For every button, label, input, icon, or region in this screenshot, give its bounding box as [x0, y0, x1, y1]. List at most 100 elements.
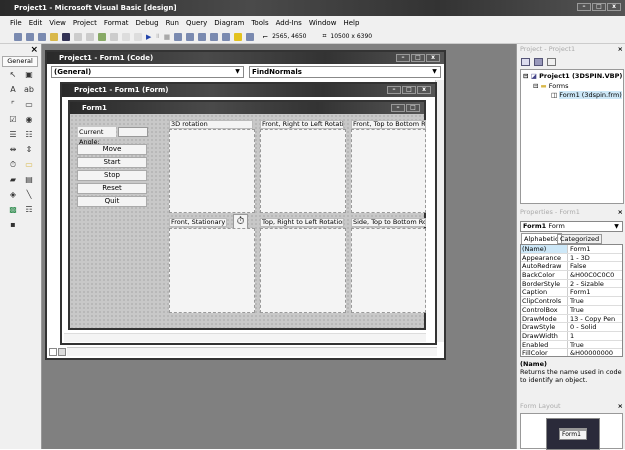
procedure-view-button[interactable] [49, 348, 57, 356]
menu-tools[interactable]: Tools [251, 19, 268, 27]
property-row[interactable]: Appearance 1 - 3D [521, 253, 622, 263]
object-browser-icon[interactable] [210, 32, 219, 41]
project-close-button[interactable]: × [618, 44, 623, 55]
menu-addins[interactable]: Add-Ins [276, 19, 302, 27]
menu-project[interactable]: Project [73, 19, 97, 27]
data-view-icon[interactable] [234, 32, 243, 41]
stop-button[interactable]: Stop [77, 170, 147, 181]
vscrollbar-icon[interactable]: ⇕ [24, 145, 34, 155]
timer-icon[interactable]: ⏱ [233, 214, 248, 229]
property-row[interactable]: DrawStyle 0 - Solid [521, 323, 622, 332]
quit-button[interactable]: Quit [77, 196, 147, 207]
menu-help[interactable]: Help [343, 19, 359, 27]
property-row[interactable]: AutoRedraw False [521, 262, 622, 272]
property-value[interactable]: 1 - 3D [568, 254, 590, 262]
listbox-icon[interactable]: ☷ [24, 130, 34, 140]
start-button[interactable]: Start [77, 157, 147, 168]
ole-icon[interactable]: ▪ [8, 220, 18, 230]
redo-icon[interactable] [134, 32, 142, 41]
form-layout-close-button[interactable]: × [618, 401, 623, 412]
property-row[interactable]: FillColor &H00000000 [521, 349, 622, 356]
property-row[interactable]: BorderStyle 2 - Sizable [521, 279, 622, 289]
property-row[interactable]: ClipControls True [521, 297, 622, 306]
property-value[interactable]: &H00C0C0C0 [568, 271, 614, 279]
picture-label-3d-rotation[interactable]: 3D rotation [169, 120, 253, 129]
checkbox-icon[interactable]: ☑ [8, 115, 18, 125]
toolbox-close-button[interactable]: × [30, 45, 38, 55]
property-row[interactable]: Enabled True [521, 340, 622, 350]
data-icon[interactable]: ☶ [24, 205, 34, 215]
property-value[interactable]: False [568, 262, 586, 271]
toolbox-tab-general[interactable]: General [2, 56, 38, 67]
picture-label-side-tb[interactable]: Side, Top to Bottom Rotation [351, 218, 426, 227]
code-min-button[interactable]: – [396, 54, 410, 62]
combobox-icon[interactable]: ☰ [8, 130, 18, 140]
property-value[interactable]: Form1 [568, 245, 591, 253]
property-value[interactable]: 1 [568, 332, 574, 340]
property-value[interactable]: True [568, 306, 584, 314]
find-icon[interactable] [110, 32, 118, 41]
timer-icon[interactable]: ⏱ [8, 160, 18, 170]
menu-format[interactable]: Format [104, 19, 129, 27]
paste-icon[interactable] [98, 32, 106, 41]
property-row[interactable]: BackColor &H00C0C0C0 [521, 271, 622, 280]
save-icon[interactable] [62, 32, 70, 41]
code-max-button[interactable]: □ [411, 54, 425, 62]
menu-editor-icon[interactable] [38, 32, 46, 41]
designer-max-button[interactable]: □ [402, 86, 416, 94]
label-icon[interactable]: A [8, 85, 18, 95]
property-value[interactable]: 2 - Sizable [568, 280, 604, 288]
tree-form1-item[interactable]: ◫ Form1 (3dspin.frm) [551, 91, 622, 99]
textbox-icon[interactable]: ab [24, 85, 34, 95]
drivelistbox-icon[interactable]: ▭ [24, 160, 34, 170]
designer-close-button[interactable]: x [417, 86, 431, 94]
layout-form1[interactable]: Form1 [559, 428, 587, 440]
dirlistbox-icon[interactable]: ▰ [8, 175, 18, 185]
stop-icon[interactable]: ■ [164, 33, 171, 41]
picturebox-top-rl[interactable] [260, 228, 346, 313]
picturebox-front-rl[interactable] [260, 129, 346, 213]
menu-run[interactable]: Run [166, 19, 179, 27]
tab-alphabetic[interactable]: Alphabetic [521, 233, 562, 244]
property-row[interactable]: Caption Form1 [521, 288, 622, 298]
current-angle-textbox[interactable] [118, 127, 148, 137]
property-value[interactable]: &H00000000 [568, 349, 613, 356]
collapse-icon[interactable]: ⊟ [523, 72, 528, 80]
move-button[interactable]: Move [77, 144, 147, 155]
picturebox-front-stationary[interactable] [169, 228, 255, 313]
collapse-icon[interactable]: ⊟ [533, 82, 538, 90]
picture-label-top-rl[interactable]: Top, Right to Left Rotation [260, 218, 344, 227]
property-row[interactable]: DrawMode 13 - Copy Pen [521, 314, 622, 324]
open-icon[interactable] [50, 32, 58, 41]
copy-icon[interactable] [86, 32, 94, 41]
undo-icon[interactable] [122, 32, 130, 41]
picturebox-3d-rotation[interactable] [169, 129, 255, 213]
view-code-icon[interactable] [521, 58, 530, 66]
property-row[interactable]: (Name) Form1 [521, 245, 622, 254]
property-value[interactable]: 13 - Copy Pen [568, 315, 615, 323]
maximize-button[interactable]: □ [592, 3, 606, 11]
properties-object-combo[interactable]: Form1 Form ▼ [520, 221, 623, 232]
minimize-button[interactable]: – [577, 3, 591, 11]
property-value[interactable]: True [568, 297, 584, 305]
pause-icon[interactable]: ॥ [155, 32, 159, 41]
properties-close-button[interactable]: × [618, 207, 623, 218]
view-object-icon[interactable] [534, 58, 543, 66]
code-close-button[interactable]: x [426, 54, 440, 62]
project-explorer-icon[interactable] [174, 32, 183, 41]
property-row[interactable]: DrawWidth 1 [521, 331, 622, 341]
close-button[interactable]: x [607, 3, 621, 11]
menu-file[interactable]: File [10, 19, 22, 27]
reset-button[interactable]: Reset [77, 183, 147, 194]
menu-query[interactable]: Query [186, 19, 207, 27]
run-icon[interactable]: ▶ [146, 33, 151, 41]
property-value[interactable]: Form1 [568, 288, 591, 297]
tree-forms-folder[interactable]: ⊟ ▬ Forms [533, 82, 569, 90]
picture-label-front-tb[interactable]: Front, Top to Bottom Rotation [351, 120, 426, 129]
designer-hscrollbar[interactable] [64, 333, 426, 342]
line-icon[interactable]: ╲ [24, 190, 34, 200]
image-icon[interactable]: ▩ [8, 205, 18, 215]
tab-categorized[interactable]: Categorized [557, 234, 603, 244]
toggle-folders-icon[interactable] [547, 58, 556, 66]
picturebox-front-tb[interactable] [351, 129, 426, 213]
